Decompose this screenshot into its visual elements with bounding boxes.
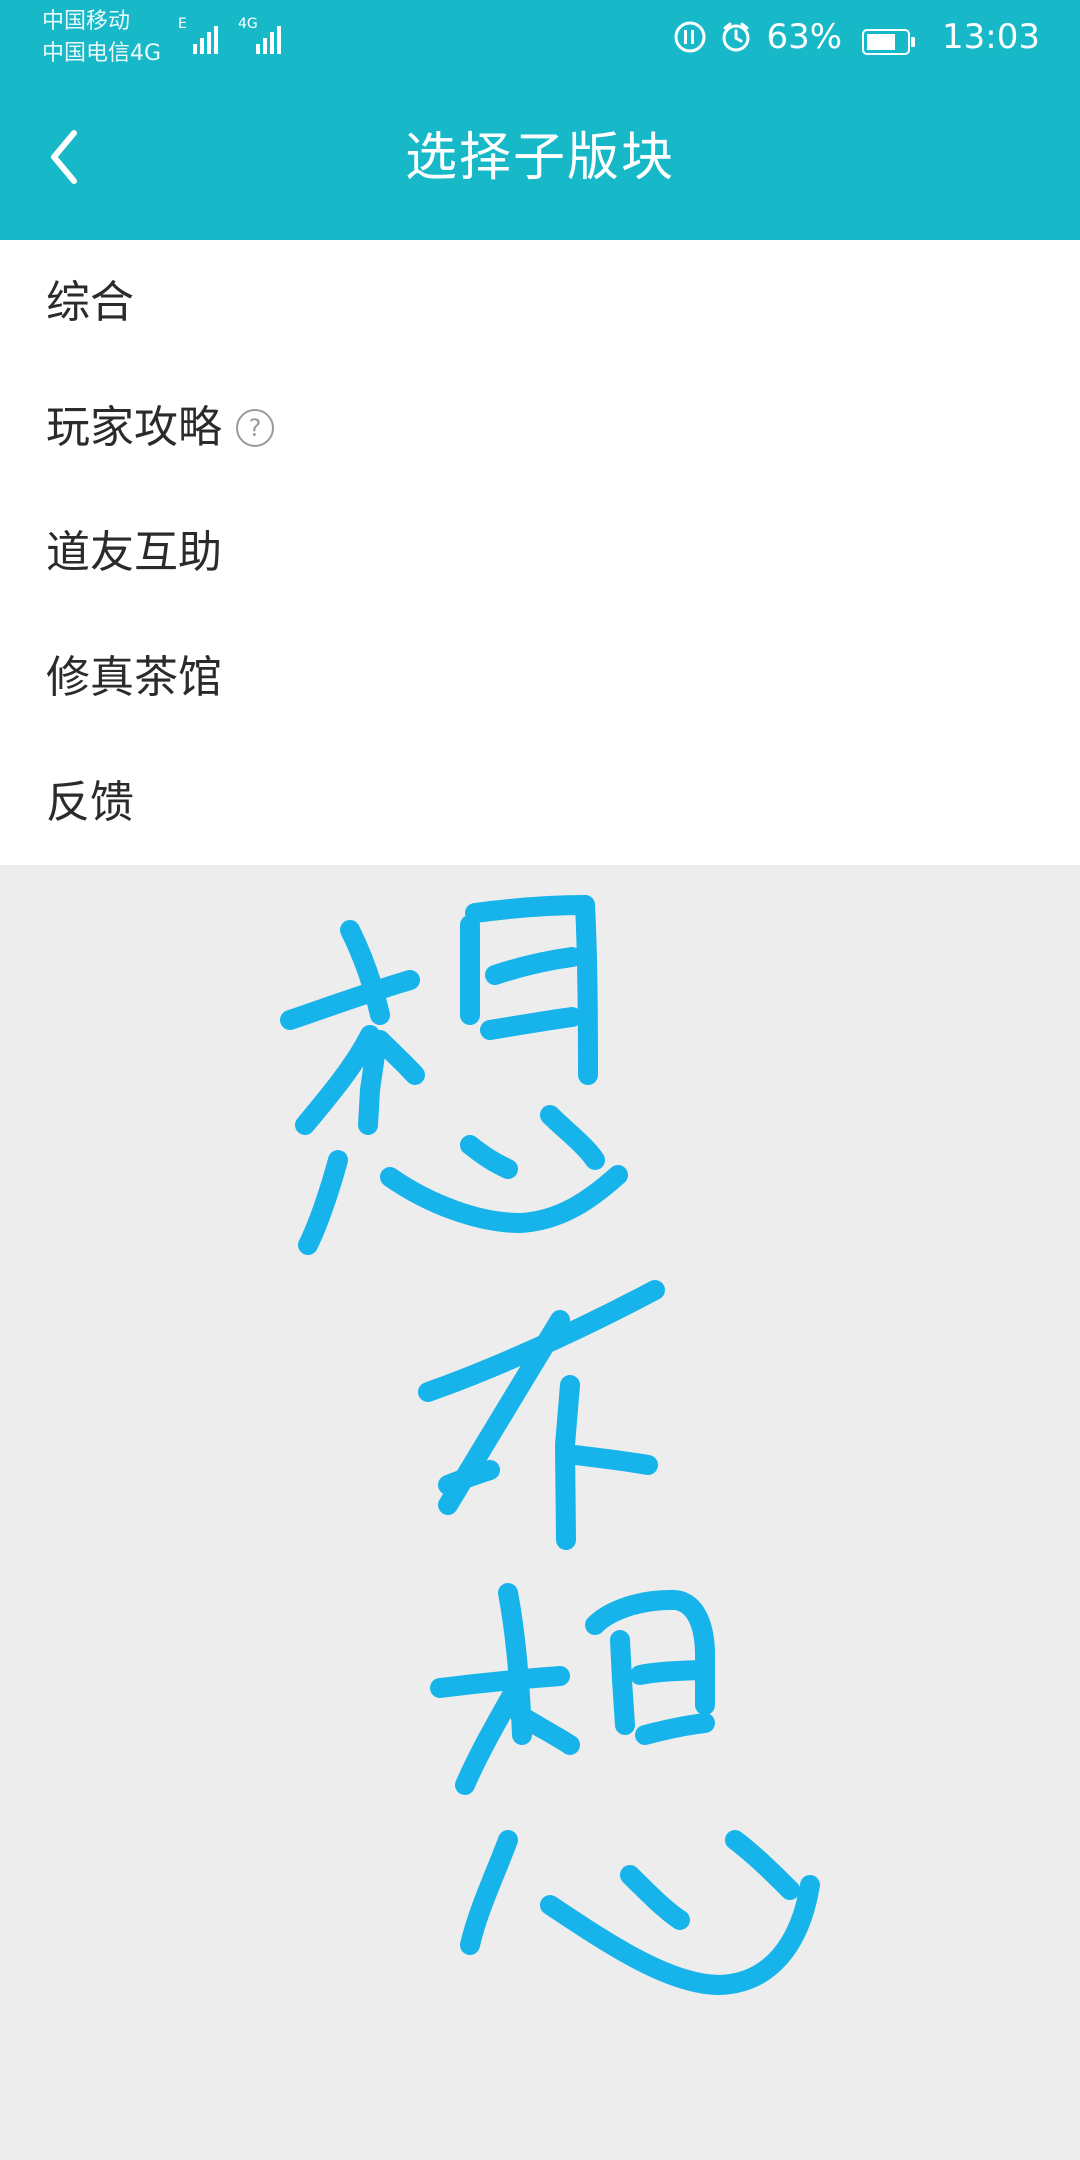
battery-icon: [862, 24, 916, 55]
status-right: 63% 13:03: [672, 12, 1040, 62]
handwriting-overlay: [280, 895, 820, 1995]
signal-indicators: E 4G: [178, 16, 298, 56]
carrier-1-label: 中国移动: [42, 9, 131, 34]
signal-icon: E 4G: [178, 16, 281, 54]
network-type-2: 4G: [238, 16, 258, 32]
carrier-2-label: 中国电信4G: [42, 41, 162, 66]
list-item-label: 综合: [46, 276, 134, 328]
subforum-list: 综合 玩家攻略 ? 道友互助 修真茶馆 反馈: [0, 240, 1080, 865]
list-item-label: 玩家攻略: [46, 401, 222, 453]
list-item[interactable]: 综合: [0, 240, 1080, 365]
list-item-label: 修真茶馆: [46, 651, 222, 703]
help-circle-icon[interactable]: ?: [236, 408, 274, 447]
list-item[interactable]: 道友互助: [0, 490, 1080, 615]
network-type-1: E: [178, 16, 187, 32]
app-bar: 选择子版块: [0, 80, 1080, 240]
battery-percentage: 63%: [766, 17, 843, 57]
list-item[interactable]: 反馈: [0, 740, 1080, 865]
alarm-icon: [718, 19, 754, 55]
clock: 13:03: [942, 17, 1040, 57]
carrier-info: 中国移动 中国电信4G: [42, 6, 161, 70]
list-item[interactable]: 玩家攻略 ?: [0, 365, 1080, 490]
page-title: 选择子版块: [404, 128, 675, 188]
volte-icon: [672, 19, 708, 55]
list-item-label: 道友互助: [46, 526, 222, 578]
list-item-label: 反馈: [46, 776, 134, 828]
header: 中国移动 中国电信4G E 4G 63% 13:03 选择子版块: [0, 0, 1080, 240]
status-bar: 中国移动 中国电信4G E 4G 63% 13:03: [0, 0, 1080, 80]
list-item[interactable]: 修真茶馆: [0, 615, 1080, 740]
